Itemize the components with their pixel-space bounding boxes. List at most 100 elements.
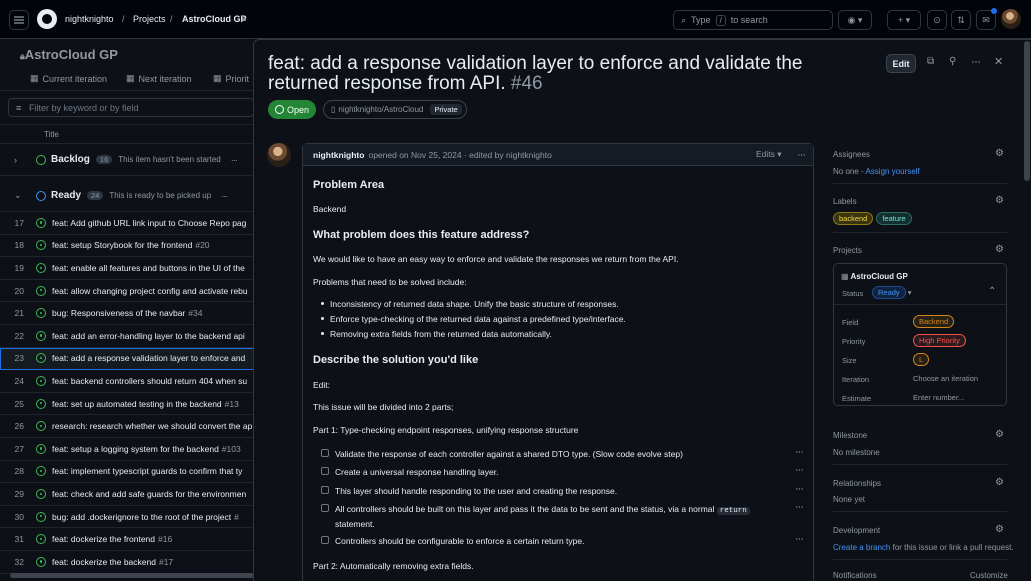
kebab-icon[interactable]: ··· [231, 155, 238, 165]
tab-priority[interactable]: ▦ Priorit [213, 73, 249, 84]
table-row[interactable]: 31 feat: dockerize the frontend #16 [0, 528, 254, 551]
gear-icon[interactable]: ⚙ [995, 245, 1005, 255]
table-row[interactable]: 28 feat: implement typescript guards to c… [0, 461, 254, 484]
table-row[interactable]: 25 feat: set up automated testing in the … [0, 393, 254, 416]
kebab-icon[interactable]: ··· [221, 191, 228, 201]
row-title[interactable]: bug: Responsiveness of the navbar [52, 308, 185, 318]
close-icon[interactable]: ✕ [994, 55, 1003, 68]
user-avatar[interactable] [1001, 9, 1021, 29]
table-row[interactable]: 23 feat: add a response validation layer … [0, 347, 254, 371]
row-title[interactable]: feat: add a response validation layer to… [52, 353, 245, 363]
gear-icon[interactable]: ⚙ [995, 430, 1005, 440]
chevron-down-icon[interactable]: ⌄ [14, 190, 36, 201]
issues-button[interactable]: ⊙ [927, 10, 947, 30]
gear-icon[interactable]: ⚙ [995, 525, 1005, 535]
table-row[interactable]: 30 bug: add .dockerignore to the root of … [0, 506, 254, 529]
assign-yourself-link[interactable]: Assign yourself [865, 167, 919, 176]
row-title[interactable]: feat: allow changing project config and … [52, 286, 248, 296]
label-feature[interactable]: feature [876, 212, 912, 225]
row-title[interactable]: feat: setup Storybook for the frontend [52, 240, 192, 250]
project-card-title[interactable]: ▦ AstroCloud GP [841, 272, 908, 281]
task-options-icon[interactable]: ··· [795, 501, 804, 514]
row-title[interactable]: feat: check and add safe guards for the … [52, 489, 246, 499]
task-checkbox[interactable] [321, 449, 329, 457]
filter-input[interactable]: ≡ Filter by keyword or by field [8, 98, 254, 117]
comment-options-icon[interactable]: ··· [797, 149, 806, 161]
task-options-icon[interactable]: ··· [795, 483, 804, 496]
table-row[interactable]: 21 bug: Responsiveness of the navbar #34 [0, 302, 254, 325]
group-ready[interactable]: ⌄ Ready 24 This is ready to be picked up… [0, 180, 254, 212]
pull-requests-button[interactable]: ⇅ [951, 10, 971, 30]
pin-icon[interactable]: ⚲ [949, 56, 956, 67]
table-row[interactable]: 27 feat: setup a logging system for the b… [0, 438, 254, 461]
copy-link-icon[interactable]: ⧉ [927, 56, 934, 67]
vertical-scrollbar[interactable] [1024, 41, 1030, 181]
edits-dropdown[interactable]: Edits ▾ [756, 149, 782, 160]
github-logo-icon[interactable] [37, 9, 57, 29]
author-avatar[interactable] [267, 143, 291, 167]
breadcrumb-user[interactable]: nightknighto [65, 14, 114, 24]
row-title[interactable]: feat: setup a logging system for the bac… [52, 444, 219, 454]
task-checkbox[interactable] [321, 536, 329, 544]
field-value[interactable]: Backend [913, 315, 955, 328]
create-branch-link[interactable]: Create a branch [833, 543, 890, 552]
row-title[interactable]: research: research whether we should con… [52, 421, 252, 431]
field-value[interactable]: L [913, 353, 930, 366]
horizontal-scrollbar[interactable] [10, 573, 254, 578]
row-title[interactable]: bug: add .dockerignore to the root of th… [52, 512, 231, 522]
row-title[interactable]: feat: backend controllers should return … [52, 376, 247, 386]
field-value[interactable]: Enter number... [913, 393, 964, 402]
gear-icon[interactable]: ⚙ [995, 196, 1005, 206]
table-row[interactable]: 17 feat: Add github URL link input to Cho… [0, 212, 254, 235]
task-checkbox[interactable] [321, 486, 329, 494]
breadcrumb-projects[interactable]: Projects [133, 14, 166, 24]
table-row[interactable]: 20 feat: allow changing project config an… [0, 280, 254, 303]
table-row[interactable]: 24 feat: backend controllers should retur… [0, 370, 254, 393]
row-title[interactable]: feat: set up automated testing in the ba… [52, 399, 222, 409]
task-checkbox[interactable] [321, 467, 329, 475]
create-new-button[interactable]: + ▾ [887, 10, 921, 30]
row-title[interactable]: feat: add an error-handling layer to the… [52, 331, 245, 341]
search-input[interactable]: ⌕ Type / to search [673, 10, 833, 30]
chevron-right-icon[interactable]: › [14, 155, 36, 165]
author-name[interactable]: nightknighto [313, 150, 364, 160]
more-options-icon[interactable]: ··· [971, 54, 981, 68]
field-value[interactable]: High Priority [913, 334, 966, 347]
edit-title-button[interactable]: Edit [886, 54, 916, 73]
breadcrumb-project[interactable]: AstroCloud GP [182, 14, 247, 24]
task-options-icon[interactable]: ··· [795, 464, 804, 477]
tab-current-iteration[interactable]: ▦ Current iteration [30, 73, 107, 84]
task-checkbox[interactable] [321, 504, 329, 512]
label-backend[interactable]: backend [833, 212, 874, 225]
field-value[interactable]: Choose an iteration [913, 374, 978, 383]
column-header-title[interactable]: Title [0, 124, 254, 144]
task-options-icon[interactable]: ··· [795, 533, 804, 546]
copilot-button[interactable]: ◉ ▾ [838, 10, 872, 30]
issue-open-icon [36, 353, 46, 364]
row-title[interactable]: feat: Add github URL link input to Choos… [52, 218, 246, 228]
row-title[interactable]: feat: dockerize the backend [52, 557, 156, 567]
table-row[interactable]: 19 feat: enable all features and buttons … [0, 257, 254, 280]
status-dropdown[interactable]: Ready ▾ [872, 286, 912, 299]
hamburger-menu-button[interactable] [9, 10, 29, 30]
table-row[interactable]: 26 research: research whether we should c… [0, 415, 254, 438]
task-options-icon[interactable]: ··· [795, 446, 804, 459]
table-row[interactable]: 32 feat: dockerize the backend #17 [0, 551, 254, 574]
tab-next-iteration[interactable]: ▦ Next iteration [126, 73, 192, 84]
part2-heading: Part 2: Automatically removing extra fie… [313, 561, 474, 571]
chevron-up-icon[interactable]: ⌃ [988, 286, 996, 297]
breadcrumb-separator: / [170, 14, 173, 24]
development-value: Create a branch for this issue or link a… [833, 543, 1014, 552]
gear-icon[interactable]: ⚙ [995, 478, 1005, 488]
repo-link[interactable]: ▯ nightknighto/AstroCloud Private [323, 100, 467, 119]
row-title[interactable]: feat: implement typescript guards to con… [52, 466, 242, 476]
table-row[interactable]: 22 feat: add an error-handling layer to t… [0, 325, 254, 348]
row-title[interactable]: feat: dockerize the frontend [52, 534, 155, 544]
table-row[interactable]: 29 feat: check and add safe guards for th… [0, 483, 254, 506]
gear-icon[interactable]: ⚙ [995, 149, 1005, 159]
issue-icon: ⊙ [933, 14, 941, 25]
customize-link[interactable]: Customize [970, 571, 1008, 580]
group-backlog[interactable]: › Backlog 16 This item hasn't been start… [0, 144, 254, 176]
table-row[interactable]: 18 feat: setup Storybook for the frontend… [0, 235, 254, 258]
row-title[interactable]: feat: enable all features and buttons in… [52, 263, 245, 273]
